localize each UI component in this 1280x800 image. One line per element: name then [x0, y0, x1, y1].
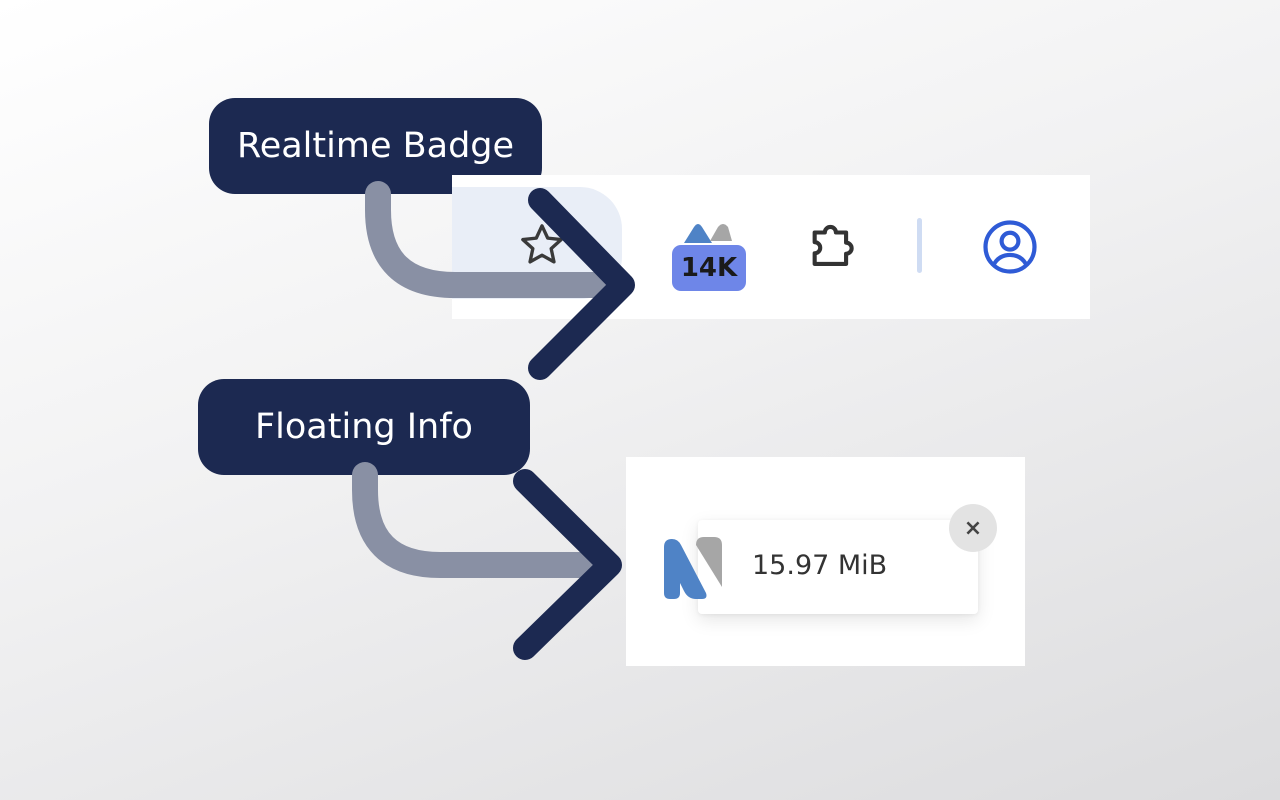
toolbar-divider — [917, 218, 922, 273]
transfer-size: 15.97 MiB — [752, 550, 888, 581]
arrows-overlay — [352, 181, 635, 660]
floating-info-panel: 15.97 MiB × — [626, 457, 1025, 666]
arrow-2-head-icon — [513, 469, 622, 660]
n-logo-icon — [664, 537, 722, 599]
close-icon: × — [963, 515, 983, 541]
star-icon[interactable] — [512, 215, 572, 275]
extension-badge-button[interactable]: 14K — [670, 215, 752, 297]
browser-toolbar: 14K — [452, 175, 1090, 319]
floating-info-label-text: Floating Info — [255, 407, 473, 447]
arrow-2-tail — [352, 462, 603, 578]
puzzle-icon[interactable] — [802, 215, 866, 279]
floating-info-label: Floating Info — [198, 379, 530, 475]
badge-count: 14K — [680, 253, 738, 283]
realtime-badge: 14K — [672, 245, 746, 291]
profile-icon[interactable] — [980, 217, 1040, 277]
close-button[interactable]: × — [949, 504, 997, 552]
realtime-badge-label-text: Realtime Badge — [236, 126, 515, 166]
